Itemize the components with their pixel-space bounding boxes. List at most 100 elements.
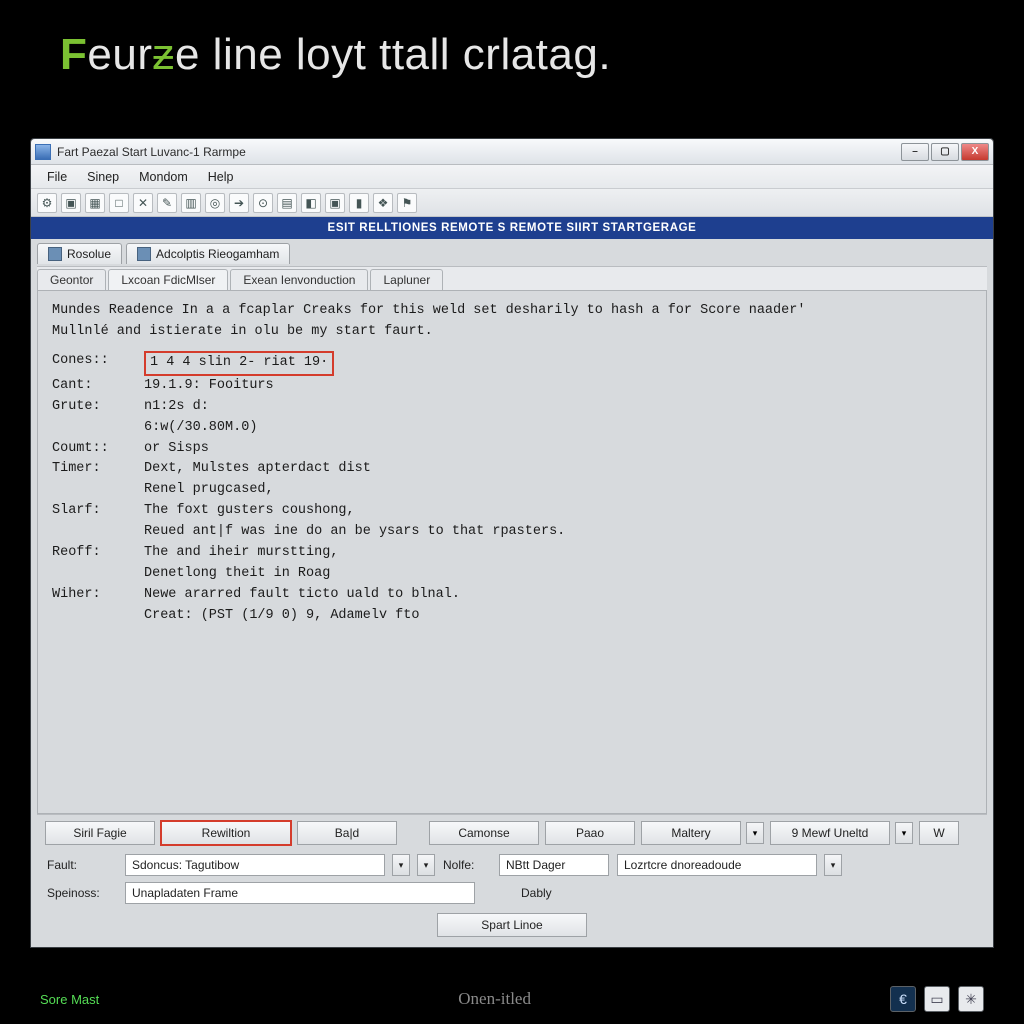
tab-label: Adcolptis Rieogamham	[156, 247, 279, 261]
camonse-button[interactable]: Camonse	[429, 821, 539, 845]
row-key: Reoff:	[52, 543, 144, 564]
section-banner: ESIT RELLTIONES REMOTE S REMOTE SIIRT ST…	[31, 217, 993, 239]
row-key: Slarf:	[52, 501, 144, 522]
app-window: Fart Paezal Start Luvanc-1 Rarmpe – ▢ X …	[30, 138, 994, 948]
row-key: Coumt::	[52, 439, 144, 460]
spart-button[interactable]: Spart Linoe	[437, 913, 587, 937]
toolbar-icon[interactable]: ⚑	[397, 193, 417, 213]
titlebar[interactable]: Fart Paezal Start Luvanc-1 Rarmpe – ▢ X	[31, 139, 993, 165]
note-label: Nolfe:	[443, 858, 491, 872]
page-heading: Feurƶe line loyt ttall crlatag.	[0, 0, 1024, 100]
dropdown-arrow-icon[interactable]: ▾	[417, 854, 435, 876]
toolbar-icon[interactable]: ❖	[373, 193, 393, 213]
toolbar-icon[interactable]: ✎	[157, 193, 177, 213]
maltery-button[interactable]: Maltery	[641, 821, 741, 845]
toolbar-icon[interactable]: ▦	[85, 193, 105, 213]
dropdown-arrow-icon[interactable]: ▾	[895, 822, 913, 844]
dably-label: Dably	[521, 886, 552, 900]
speinoss-input[interactable]: Unapladaten Frame	[125, 882, 475, 904]
row-value: The and iheir murstting,	[144, 543, 338, 564]
row-value: Creat: (PST (1/9 0) 9, Adamelv fto	[144, 606, 419, 627]
row-key: Cant:	[52, 376, 144, 397]
row-key: Cones::	[52, 351, 144, 376]
tab-lxcoan[interactable]: Lxcoan FdicMlser	[108, 269, 228, 290]
toolbar-icon[interactable]: ▮	[349, 193, 369, 213]
heading-part-1: eur	[87, 30, 152, 79]
intro-text: Mundes Readence In a a fcaplar Creaks fo…	[52, 301, 972, 343]
status-left-text: Sore Mast	[40, 992, 99, 1007]
tab-exean[interactable]: Exean Ienvonduction	[230, 269, 368, 290]
row-key	[52, 606, 144, 627]
tab-rosolue[interactable]: Rosolue	[37, 243, 122, 264]
tab-lapluner[interactable]: Lapluner	[370, 269, 443, 290]
w-button[interactable]: W	[919, 821, 959, 845]
row-key	[52, 480, 144, 501]
row-key: Grute:	[52, 397, 144, 418]
row-value: 19.1.9: Fooiturs	[144, 376, 274, 397]
app-icon	[35, 144, 51, 160]
toolbar-icon[interactable]: ➔	[229, 193, 249, 213]
dropdown-arrow-icon[interactable]: ▾	[746, 822, 764, 844]
tab-geontor[interactable]: Geontor	[37, 269, 106, 290]
toolbar-icon[interactable]: ◧	[301, 193, 321, 213]
window-title: Fart Paezal Start Luvanc-1 Rarmpe	[57, 145, 901, 159]
content-panel: Mundes Readence In a a fcaplar Creaks fo…	[37, 290, 987, 814]
mew-button[interactable]: 9 Mewf Uneltd	[770, 821, 890, 845]
toolbar-icon[interactable]: ✕	[133, 193, 153, 213]
row-key	[52, 522, 144, 543]
row-key: Wiher:	[52, 585, 144, 606]
highlighted-value: 1 4 4 slin 2- riat 19·	[144, 351, 334, 376]
gear-icon[interactable]: ✳	[958, 986, 984, 1012]
row-value: Denetlong theit in Roag	[144, 564, 330, 585]
paao-button[interactable]: Paao	[545, 821, 635, 845]
close-button[interactable]: X	[961, 143, 989, 161]
book-icon[interactable]: ▭	[924, 986, 950, 1012]
menu-help[interactable]: Help	[198, 168, 244, 186]
toolbar-icon[interactable]: □	[109, 193, 129, 213]
toolbar-icon[interactable]: ⚙	[37, 193, 57, 213]
menu-mondom[interactable]: Mondom	[129, 168, 198, 186]
menu-sinep[interactable]: Sinep	[77, 168, 129, 186]
note-input[interactable]: NBtt Dager	[499, 854, 609, 876]
fault-input[interactable]: Sdoncus: Tagutibow	[125, 854, 385, 876]
toolbar-icon[interactable]: ▣	[61, 193, 81, 213]
row-value: Dext, Mulstes apterdact dist	[144, 459, 371, 480]
upper-tabs: Rosolue Adcolptis Rieogamham	[37, 243, 987, 264]
toolbar-icon[interactable]: ⊙	[253, 193, 273, 213]
euro-icon[interactable]: €	[890, 986, 916, 1012]
footer: Siril Fagie Rewiltion Ba|d Camonse Paao …	[37, 814, 987, 947]
heading-rest: e line loyt ttall crlatag.	[175, 30, 611, 79]
tab-label: Rosolue	[67, 247, 111, 261]
statusbar: Sore Mast Onen-itled € ▭ ✳	[30, 984, 994, 1014]
maximize-button[interactable]: ▢	[931, 143, 959, 161]
toolbar-icon[interactable]: ▥	[181, 193, 201, 213]
menu-file[interactable]: File	[37, 168, 77, 186]
row-value: The foxt gusters coushong,	[144, 501, 355, 522]
loz-input[interactable]: Lozrtcre dnoreadoude	[617, 854, 817, 876]
toolbar: ⚙ ▣ ▦ □ ✕ ✎ ▥ ◎ ➔ ⊙ ▤ ◧ ▣ ▮ ❖ ⚑	[31, 189, 993, 217]
tab-icon	[137, 247, 151, 261]
toolbar-icon[interactable]: ◎	[205, 193, 225, 213]
tab-adcolptis[interactable]: Adcolptis Rieogamham	[126, 243, 290, 264]
lower-tabs: Geontor Lxcoan FdicMlser Exean Ienvonduc…	[37, 266, 987, 290]
siril-button[interactable]: Siril Fagie	[45, 821, 155, 845]
row-value: n1:2s d:	[144, 397, 209, 418]
toolbar-icon[interactable]: ▣	[325, 193, 345, 213]
row-value: or Sisps	[144, 439, 209, 460]
row-key	[52, 418, 144, 439]
speinoss-label: Speinoss:	[47, 886, 117, 900]
status-center-text: Onen-itled	[458, 989, 531, 1009]
tab-icon	[48, 247, 62, 261]
row-value: Reued ant|f was ine do an be ysars to th…	[144, 522, 565, 543]
row-key: Timer:	[52, 459, 144, 480]
dropdown-arrow-icon[interactable]: ▾	[824, 854, 842, 876]
menubar: File Sinep Mondom Help	[31, 165, 993, 189]
heading-letter-z: ƶ	[152, 30, 175, 79]
rewiltion-button[interactable]: Rewiltion	[161, 821, 291, 845]
toolbar-icon[interactable]: ▤	[277, 193, 297, 213]
row-value: 6:w(/30.80M.0)	[144, 418, 257, 439]
bald-button[interactable]: Ba|d	[297, 821, 397, 845]
minimize-button[interactable]: –	[901, 143, 929, 161]
row-key	[52, 564, 144, 585]
dropdown-arrow-icon[interactable]: ▾	[392, 854, 410, 876]
